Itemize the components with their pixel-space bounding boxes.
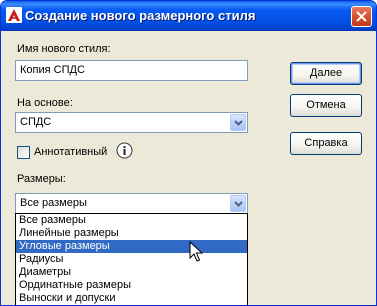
list-item-leaders-tolerances[interactable]: Выноски и допуски — [16, 292, 247, 305]
list-item-all-dimensions[interactable]: Все размеры — [16, 214, 247, 227]
info-icon[interactable] — [116, 142, 133, 159]
list-item-ordinate-dimensions[interactable]: Ординатные размеры — [16, 279, 247, 292]
title-bar[interactable]: Создание нового размерного стиля — [1, 1, 376, 31]
annotative-checkbox[interactable] — [17, 146, 30, 159]
new-style-name-input[interactable]: Копия СПДС — [15, 60, 248, 81]
based-on-label: На основе: — [17, 97, 73, 109]
based-on-dropdown-button[interactable] — [230, 114, 246, 131]
dimensions-label: Размеры: — [17, 173, 66, 185]
chevron-down-icon — [234, 120, 243, 126]
new-style-name-label: Имя нового стиля: — [17, 43, 111, 55]
based-on-dropdown[interactable]: СПДС — [15, 112, 248, 133]
list-item-diameters[interactable]: Диаметры — [16, 266, 247, 279]
cancel-button[interactable]: Отмена — [290, 94, 362, 117]
list-item-linear-dimensions[interactable]: Линейные размеры — [16, 227, 247, 240]
list-item-radii[interactable]: Радиусы — [16, 253, 247, 266]
dimensions-value: Все размеры — [20, 197, 87, 209]
mouse-pointer-icon — [189, 241, 203, 262]
close-button[interactable] — [351, 6, 372, 27]
chevron-down-icon — [234, 201, 243, 207]
continue-button[interactable]: Далее — [290, 62, 362, 85]
autocad-a-icon — [6, 7, 22, 23]
dimensions-dropdown-list[interactable]: Все размеры Линейные размеры Угловые раз… — [15, 213, 248, 305]
dimensions-dropdown[interactable]: Все размеры — [15, 193, 248, 214]
dialog-window: Создание нового размерного стиля Имя нов… — [0, 0, 377, 306]
dimensions-dropdown-button[interactable] — [230, 195, 246, 212]
help-button[interactable]: Справка — [290, 132, 362, 155]
list-item-angular-dimensions[interactable]: Угловые размеры — [16, 240, 247, 253]
window-title: Создание нового размерного стиля — [25, 8, 256, 23]
annotative-label: Аннотативный — [34, 146, 108, 158]
close-icon — [356, 11, 367, 22]
based-on-value: СПДС — [20, 116, 52, 128]
